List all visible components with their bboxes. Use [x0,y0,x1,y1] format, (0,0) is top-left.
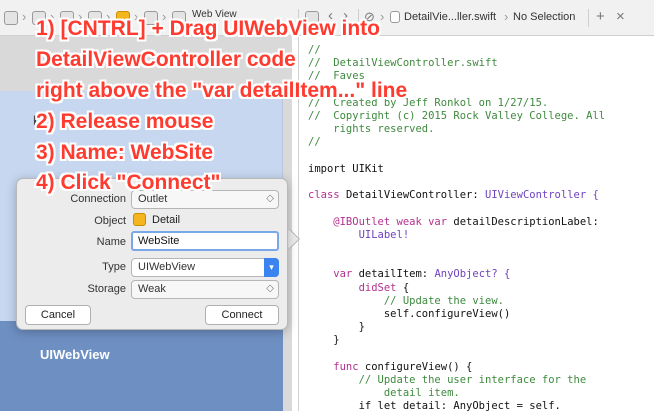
view-controller-icon [133,213,146,226]
folder-icon[interactable] [4,11,18,25]
code-type: UILabel! [308,228,410,241]
code-import: import UIKit [308,162,384,175]
instruction-step-1-cont: right above the "var detailItem..." line [36,79,408,102]
code-brace: } [308,321,365,334]
code-keyword: class [308,189,346,202]
instruction-step-1-cont: DetailViewController code [36,48,296,71]
close-editor-button[interactable]: × [616,8,625,25]
cancel-button[interactable]: Cancel [25,305,91,325]
code-outlet-decl: @IBOutlet weak var [308,215,454,228]
web-view-label: UIWebView [40,347,110,362]
code-brace: { [402,281,410,294]
divider [588,9,589,27]
jump-bar-item-file[interactable]: DetailVie...ller.swift [404,11,496,23]
connection-popover: Connection Outlet ◇ Object Detail Name T… [16,178,288,330]
code-type: UIViewController { [485,189,599,202]
code-comment: // DetailViewController.swift [308,57,498,70]
code-keyword: var [308,268,359,281]
code-comment: // Update the user interface for the [308,374,587,387]
chevron-right-icon: › [504,9,509,24]
code-if-let: if let detail: AnyObject = self. [308,400,561,411]
code-func-name: configureView() { [364,360,473,373]
connect-button[interactable]: Connect [205,305,279,325]
chevron-down-icon[interactable]: ▾ [264,258,279,277]
object-value: Detail [152,214,181,226]
code-comment: detail item. [308,387,460,400]
swift-file-icon [390,11,400,23]
instruction-step-1: 1) [CNTRL] + Drag UIWebView into [36,17,380,40]
instruction-step-2: 2) Release mouse [36,110,214,133]
name-input[interactable] [131,231,279,251]
code-detail-item: detailItem: [358,268,435,281]
code-type: AnyObject? { [434,268,511,281]
code-keyword: func [308,360,365,373]
chevron-right-icon: › [380,9,385,24]
object-label: Object [94,215,126,227]
code-class-name: DetailViewController: [345,189,486,202]
storage-label: Storage [87,283,126,295]
code-comment: // [308,136,321,149]
type-select[interactable]: UIWebView ▾ [131,258,279,277]
chevron-right-icon: › [22,9,27,24]
name-label: Name [96,236,126,248]
code-call: self.configureView() [308,308,511,321]
code-brace: } [308,334,340,347]
type-value: UIWebView [138,261,196,273]
type-label: Type [102,261,126,273]
code-outlet-name: detailDescriptionLabel: [453,215,599,228]
code-comment: // Copyright (c) 2015 Rock Valley Colleg… [308,110,606,123]
storage-value: Weak [138,283,166,295]
code-comment: rights reserved. [308,123,435,136]
code-comment: // Update the view. [308,294,504,307]
web-view-element[interactable] [0,321,283,411]
instruction-step-4: 4) Click "Connect" [36,171,221,194]
add-editor-button[interactable]: + [596,8,605,25]
jump-bar-item-selection[interactable]: No Selection [513,11,575,23]
up-down-icon: ◇ [266,283,274,294]
code-keyword: didSet [308,281,403,294]
instruction-step-3: 3) Name: WebSite [36,141,213,164]
storage-select[interactable]: Weak ◇ [131,280,279,299]
up-down-icon: ◇ [266,193,274,204]
code-comment: // [308,44,321,56]
